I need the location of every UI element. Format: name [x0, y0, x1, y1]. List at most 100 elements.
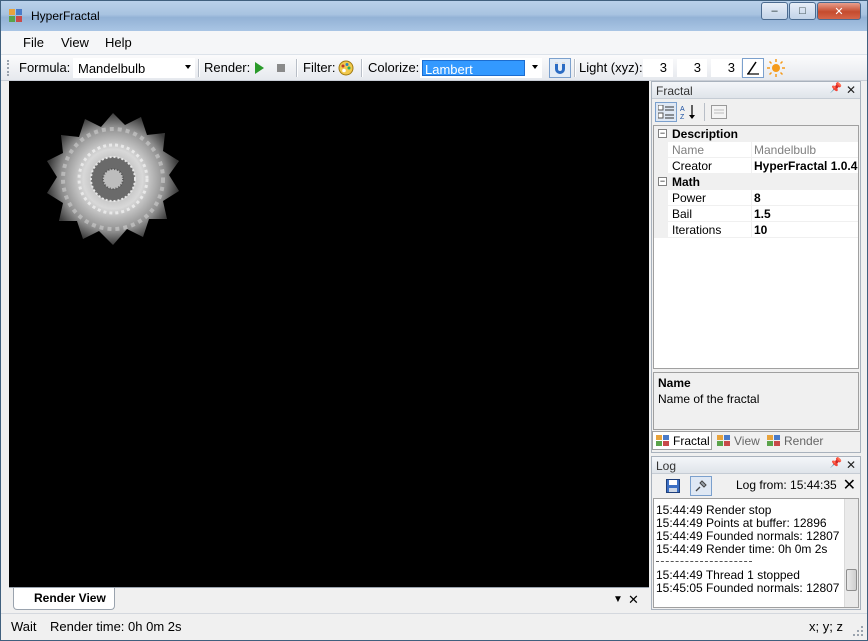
- property-pages-icon: [711, 105, 727, 119]
- colorize-label: Colorize:: [368, 60, 420, 75]
- chevron-down-icon: [532, 65, 538, 69]
- menu-file[interactable]: File: [21, 35, 46, 50]
- fractal-panel-header[interactable]: Fractal 📌 ✕: [652, 82, 860, 99]
- sort-az-icon: A Z: [680, 105, 695, 120]
- category-label: Description: [672, 127, 739, 141]
- clear-log-button[interactable]: ✕: [843, 475, 856, 495]
- alphabetical-button[interactable]: A Z: [678, 102, 700, 122]
- stop-button[interactable]: [272, 59, 290, 77]
- magnet-toggle[interactable]: [549, 58, 571, 78]
- property-value[interactable]: 10: [754, 223, 767, 237]
- formula-select[interactable]: Mandelbulb: [73, 58, 195, 78]
- light-x-input[interactable]: 3: [643, 59, 673, 77]
- pin-log-button[interactable]: [690, 476, 712, 496]
- categorized-icon: [658, 105, 674, 119]
- collapse-icon[interactable]: −: [658, 129, 667, 138]
- log-panel-header[interactable]: Log 📌 ✕: [652, 457, 860, 474]
- pushpin-icon: [695, 480, 707, 492]
- category-description[interactable]: − Description: [654, 126, 858, 142]
- tab-render-view[interactable]: Render View: [13, 588, 115, 610]
- filter-label: Filter:: [303, 60, 336, 75]
- status-coordinates: x; y; z: [809, 619, 843, 634]
- status-state: Wait: [11, 619, 37, 634]
- log-line: 15:44:49 Points at buffer: 12896: [656, 516, 827, 530]
- stop-icon: [277, 64, 285, 72]
- filter-button[interactable]: [337, 59, 355, 77]
- description-title: Name: [658, 376, 691, 390]
- log-line: 15:44:49 Founded normals: 12807: [656, 529, 840, 543]
- log-line: 15:45:05 Founded normals: 12807: [656, 581, 840, 595]
- pin-icon[interactable]: 📌: [830, 458, 842, 469]
- property-row-power[interactable]: Power 8: [654, 190, 858, 206]
- pin-icon[interactable]: 📌: [830, 83, 842, 94]
- property-row-creator[interactable]: Creator HyperFractal 1.0.4: [654, 158, 858, 174]
- app-window: HyperFractal – □ ✕ File View Help Formul…: [0, 0, 868, 641]
- main-toolbar: Formula: Mandelbulb Render: Filter: Colo…: [1, 55, 867, 81]
- property-name: Power: [672, 191, 707, 205]
- property-name: Iterations: [672, 223, 722, 237]
- collapse-icon[interactable]: −: [658, 177, 667, 186]
- app-icon: [9, 9, 22, 22]
- save-log-button[interactable]: [662, 476, 684, 496]
- fractal-panel: Fractal 📌 ✕ A Z − Description Name Mande…: [651, 81, 861, 453]
- property-row-bail[interactable]: Bail 1.5: [654, 206, 858, 222]
- palette-icon: [338, 60, 354, 76]
- log-panel-close-button[interactable]: ✕: [846, 458, 856, 472]
- document-close-button[interactable]: ✕: [628, 592, 639, 608]
- property-toolbar: A Z: [652, 99, 860, 125]
- magnet-icon: [555, 62, 565, 74]
- log-line: 15:44:49 Render stop: [656, 503, 772, 517]
- property-row-name[interactable]: Name Mandelbulb: [654, 142, 858, 158]
- tab-view[interactable]: View: [714, 432, 764, 450]
- toolbar-grip[interactable]: [7, 60, 10, 76]
- colorize-select[interactable]: Lambert: [420, 58, 542, 78]
- property-row-iterations[interactable]: Iterations 10: [654, 222, 858, 238]
- scrollbar-thumb[interactable]: [846, 569, 857, 591]
- category-math[interactable]: − Math: [654, 174, 858, 190]
- toolbar-separator: [296, 59, 297, 77]
- light-y-input[interactable]: 3: [677, 59, 707, 77]
- panel-tab-strip: Fractal View Render: [652, 431, 860, 450]
- log-line: 15:44:49 Thread 1 stopped: [656, 568, 800, 582]
- minimize-button[interactable]: –: [761, 2, 788, 20]
- tab-label: Render: [784, 434, 824, 448]
- play-button[interactable]: [250, 59, 268, 77]
- categorized-button[interactable]: [655, 102, 677, 122]
- tab-fractal[interactable]: Fractal: [652, 432, 712, 450]
- title-bar[interactable]: HyperFractal – □ ✕: [1, 1, 867, 31]
- resize-grip-icon[interactable]: [852, 625, 864, 637]
- tab-label: View: [734, 434, 760, 448]
- light-direction-icon: [747, 61, 759, 75]
- property-value[interactable]: 8: [754, 191, 761, 205]
- fractal-panel-close-button[interactable]: ✕: [846, 83, 856, 97]
- render-label: Render:: [204, 60, 251, 75]
- property-value[interactable]: 1.5: [754, 207, 771, 221]
- render-canvas[interactable]: [9, 81, 649, 587]
- log-scrollbar[interactable]: [844, 499, 858, 607]
- mandelbulb-render: [47, 113, 179, 245]
- svg-text:Z: Z: [680, 114, 685, 120]
- log-panel-title: Log: [656, 459, 677, 473]
- close-button[interactable]: ✕: [817, 2, 861, 20]
- status-bar: Wait Render time: 0h 0m 2s x; y; z: [1, 613, 867, 640]
- menu-help[interactable]: Help: [103, 35, 134, 50]
- log-toolbar: Log from: 15:44:35 ✕: [652, 474, 860, 498]
- tab-render[interactable]: Render: [764, 432, 830, 450]
- menu-view[interactable]: View: [59, 35, 91, 50]
- property-name: Name: [672, 143, 705, 157]
- log-panel: Log 📌 ✕ Log from: 15:44:35 ✕ 15:44:49 Re: [651, 456, 861, 610]
- property-pages-button[interactable]: [708, 102, 730, 122]
- tab-list-dropdown[interactable]: ▼: [613, 594, 623, 605]
- light-z-input[interactable]: 3: [711, 59, 741, 77]
- save-icon: [666, 479, 680, 493]
- svg-text:A: A: [680, 106, 685, 113]
- property-value: Mandelbulb: [754, 143, 817, 157]
- light-direction-button[interactable]: [742, 58, 764, 78]
- fractal-panel-title: Fractal: [656, 84, 693, 98]
- toolbar-separator: [574, 59, 575, 77]
- log-list[interactable]: 15:44:49 Render stop 15:44:49 Points at …: [653, 498, 859, 608]
- sun-button[interactable]: [767, 59, 785, 77]
- maximize-button[interactable]: □: [789, 2, 816, 20]
- formula-value: Mandelbulb: [78, 61, 146, 76]
- property-value[interactable]: HyperFractal 1.0.4: [754, 159, 857, 173]
